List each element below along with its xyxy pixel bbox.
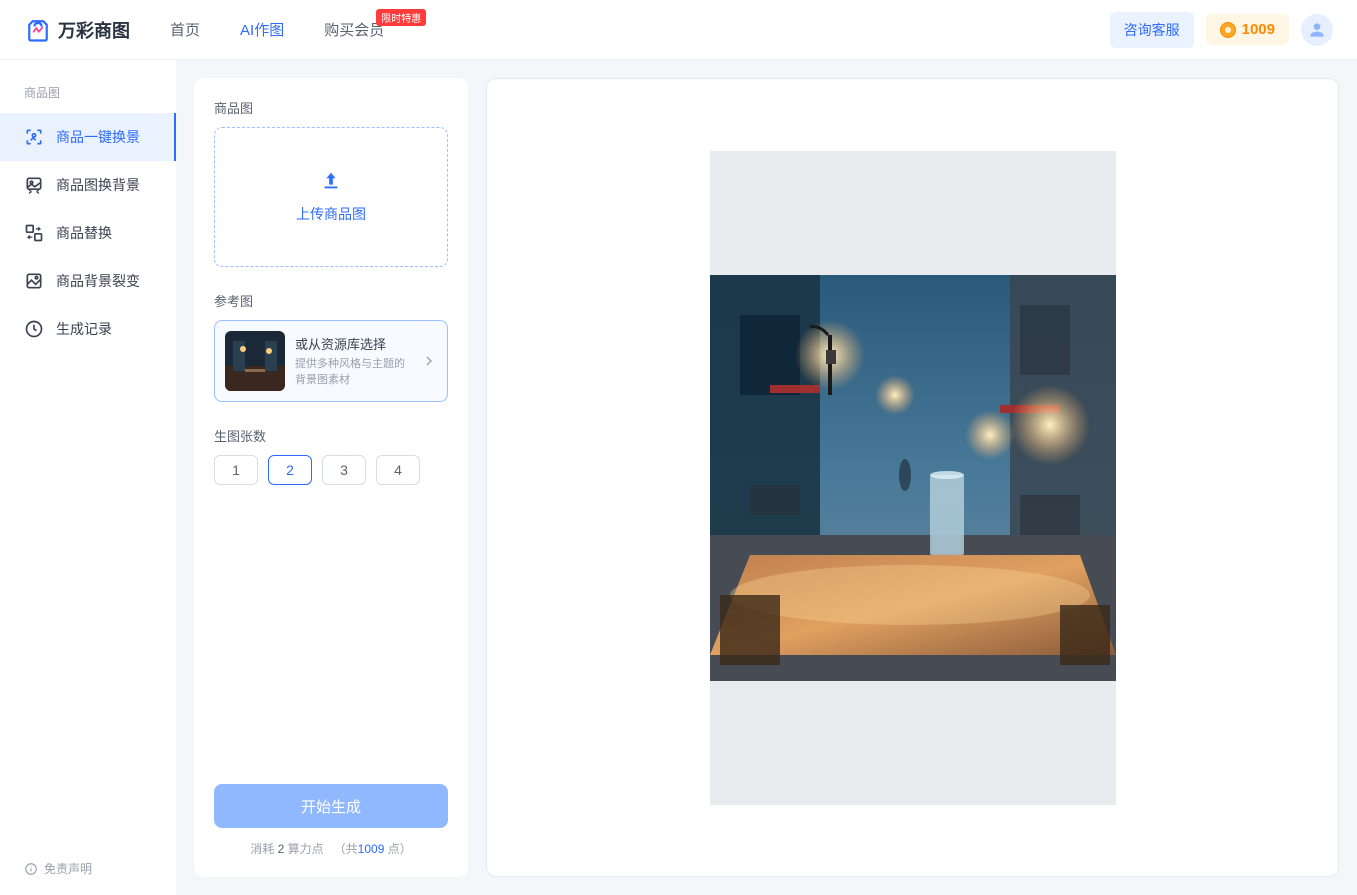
sidebar-item-label: 商品一键换景: [56, 127, 140, 147]
history-icon: [24, 319, 44, 339]
promo-badge: 限时特惠: [376, 9, 426, 26]
count-option-2[interactable]: 2: [268, 455, 312, 485]
nav-home[interactable]: 首页: [170, 19, 200, 40]
count-option-4[interactable]: 4: [376, 455, 420, 485]
credits-button[interactable]: 1009: [1206, 14, 1289, 45]
count-options: 1 2 3 4: [214, 455, 448, 485]
frame-scan-icon: [24, 127, 44, 147]
reference-library-card[interactable]: 或从资源库选择 提供多种风格与主题的背景图素材: [214, 320, 448, 402]
picture-swap-icon: [24, 175, 44, 195]
avatar[interactable]: [1301, 14, 1333, 46]
main: 商品图 商品一键换景 商品图换背景: [0, 60, 1357, 895]
nav-ai-draw[interactable]: AI作图: [240, 19, 284, 40]
disclaimer-label: 免责声明: [44, 860, 92, 877]
customer-service-button[interactable]: 咨询客服: [1110, 12, 1194, 48]
content: 商品图 上传商品图 参考图: [176, 60, 1357, 895]
sidebar-item-replace[interactable]: 商品替换: [0, 209, 176, 257]
info-icon: [24, 862, 38, 876]
header: 万彩商图 首页 AI作图 购买会员 限时特惠 咨询客服 1009: [0, 0, 1357, 60]
header-right: 咨询客服 1009: [1110, 12, 1333, 48]
sidebar-item-label: 商品图换背景: [56, 175, 140, 195]
ref-label: 参考图: [214, 291, 448, 310]
preview-frame: [710, 151, 1116, 805]
generate-button[interactable]: 开始生成: [214, 784, 448, 828]
preview-image: [710, 275, 1116, 681]
sidebar-item-swap-bg[interactable]: 商品图换背景: [0, 161, 176, 209]
disclaimer-link[interactable]: 免责声明: [0, 842, 176, 895]
sidebar: 商品图 商品一键换景 商品图换背景: [0, 60, 176, 895]
control-panel: 商品图 上传商品图 参考图: [194, 78, 468, 877]
logo-icon: [24, 16, 52, 44]
sidebar-item-bg-variants[interactable]: 商品背景裂变: [0, 257, 176, 305]
sidebar-section-label: 商品图: [0, 78, 176, 113]
logo-text: 万彩商图: [58, 17, 130, 43]
logo[interactable]: 万彩商图: [24, 16, 130, 44]
upload-label: 商品图: [214, 98, 448, 117]
replace-icon: [24, 223, 44, 243]
nav: 首页 AI作图 购买会员 限时特惠: [170, 19, 1110, 40]
sidebar-item-history[interactable]: 生成记录: [0, 305, 176, 353]
coin-icon: [1220, 22, 1236, 38]
sidebar-item-label: 商品替换: [56, 223, 112, 243]
reference-title: 或从资源库选择: [295, 334, 411, 353]
credits-value: 1009: [1242, 21, 1275, 38]
count-label: 生图张数: [214, 426, 448, 445]
nav-membership[interactable]: 购买会员 限时特惠: [324, 19, 384, 40]
split-icon: [24, 271, 44, 291]
upload-area[interactable]: 上传商品图: [214, 127, 448, 267]
upload-icon: [320, 170, 342, 192]
reference-thumbnail: [225, 331, 285, 391]
reference-desc: 提供多种风格与主题的背景图素材: [295, 357, 411, 388]
sidebar-item-label: 商品背景裂变: [56, 271, 140, 291]
cost-line: 消耗 2 算力点 （共1009 点）: [214, 840, 448, 857]
sidebar-item-label: 生成记录: [56, 319, 112, 339]
upload-text: 上传商品图: [296, 204, 366, 224]
count-option-1[interactable]: 1: [214, 455, 258, 485]
chevron-right-icon: [421, 353, 437, 369]
sidebar-item-one-click-bg[interactable]: 商品一键换景: [0, 113, 176, 161]
count-option-3[interactable]: 3: [322, 455, 366, 485]
user-icon: [1307, 20, 1327, 40]
preview-area: [486, 78, 1339, 877]
